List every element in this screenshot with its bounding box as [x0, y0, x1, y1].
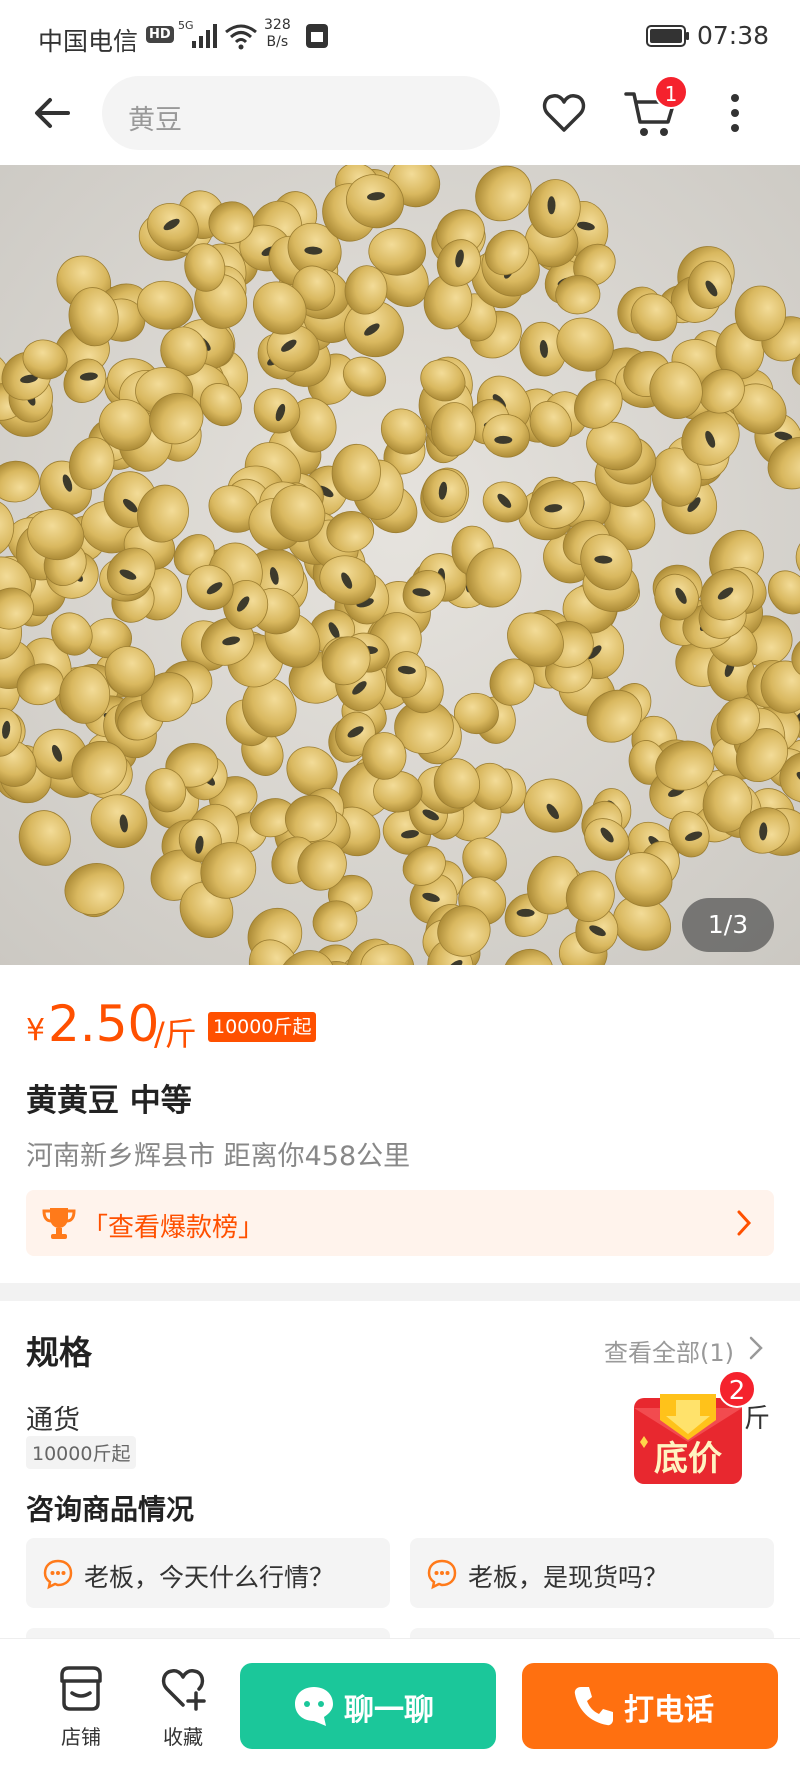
soybeans-photo — [0, 165, 800, 965]
photo-page-indicator: 1/3 — [682, 898, 774, 952]
network-speed: 328 B/s — [264, 17, 291, 51]
store-label: 店铺 — [61, 1725, 101, 1749]
search-input[interactable]: 黄豆 — [102, 76, 500, 150]
product-photo[interactable] — [0, 165, 800, 965]
soybean-hilum — [547, 196, 556, 215]
lowprice-count-badge: 2 — [718, 1370, 756, 1408]
chevron-right-icon[interactable] — [748, 1334, 764, 1362]
quick-question-card[interactable]: 老板，是现货吗？ — [410, 1538, 774, 1608]
carrier-name: 中国电信 — [38, 27, 139, 56]
favorite-label: 收藏 — [163, 1725, 203, 1749]
status-bar: 中国电信 HD 5G 328 B/s 07:38 — [0, 0, 800, 70]
store-icon — [60, 1666, 102, 1711]
currency-symbol: ¥ — [26, 1013, 46, 1048]
speed-value: 328 — [264, 17, 291, 33]
product-title: 黄黄豆 中等 — [26, 1083, 192, 1119]
phone-icon — [574, 1687, 613, 1726]
heart-icon[interactable] — [540, 88, 588, 136]
soybean-hilum — [494, 435, 513, 444]
sim-icon — [306, 24, 328, 48]
consult-section-title: 咨询商品情况 — [26, 1493, 195, 1526]
lowprice-text: 底价 — [654, 1439, 722, 1479]
hot-list-label: 「查看爆款榜」 — [82, 1213, 265, 1243]
battery-icon — [646, 25, 689, 47]
clock: 07:38 — [697, 21, 770, 50]
hd-icon: HD — [146, 26, 174, 43]
soybean — [734, 285, 787, 342]
chat-button-label: 聊一聊 — [344, 1693, 434, 1728]
spec-item-name[interactable]: 通货 — [26, 1398, 80, 1437]
chat-button[interactable]: 聊一聊 — [240, 1663, 496, 1749]
quick-question-text: 老板，今天什么行情？ — [84, 1563, 335, 1592]
chat-bubble-icon — [427, 1559, 457, 1590]
price-row: ¥ 2.50 /斤 10000斤起 — [26, 995, 786, 1055]
soybean — [59, 666, 111, 724]
bottom-action-bar: 店铺 收藏 聊一聊 打电话 — [0, 1638, 800, 1778]
section-divider — [0, 1283, 800, 1301]
quick-question-card[interactable]: 老板，今天什么行情？ — [26, 1538, 390, 1608]
heart-plus-icon — [161, 1669, 206, 1711]
view-all-specs-link[interactable]: 查看全部(1) — [604, 1333, 734, 1368]
more-options-icon[interactable] — [720, 88, 750, 138]
speed-unit: B/s — [266, 34, 289, 50]
chevron-right-icon — [737, 1210, 752, 1236]
chat-bubble-icon — [43, 1559, 73, 1590]
spec-item-moq: 10000斤起 — [26, 1436, 137, 1469]
search-query: 黄豆 — [128, 105, 182, 136]
store-tab[interactable]: 店铺 — [48, 1663, 114, 1753]
favorite-tab[interactable]: 收藏 — [150, 1663, 216, 1753]
call-button-label: 打电话 — [624, 1693, 714, 1728]
moq-tag: 10000斤起 — [208, 1012, 317, 1042]
chat-icon — [295, 1687, 333, 1726]
call-button[interactable]: 打电话 — [522, 1663, 778, 1749]
signal-icon — [192, 24, 217, 48]
top-nav-bar: 黄豆 1 — [0, 70, 800, 165]
cart-count-badge: 1 — [654, 75, 688, 109]
price-unit: /斤 — [154, 1015, 197, 1053]
wifi-icon — [225, 24, 257, 50]
hot-list-banner[interactable]: 「查看爆款榜」 — [26, 1190, 774, 1256]
soybean-hilum — [516, 908, 535, 917]
price-value: 2.50 — [48, 995, 160, 1053]
trophy-icon — [42, 1208, 76, 1239]
back-arrow-icon[interactable] — [28, 88, 78, 138]
spec-section-title: 规格 — [26, 1333, 92, 1372]
product-location: 河南新乡辉县市 距离你458公里 — [26, 1141, 411, 1172]
quick-question-text: 老板，是现货吗？ — [468, 1563, 669, 1592]
